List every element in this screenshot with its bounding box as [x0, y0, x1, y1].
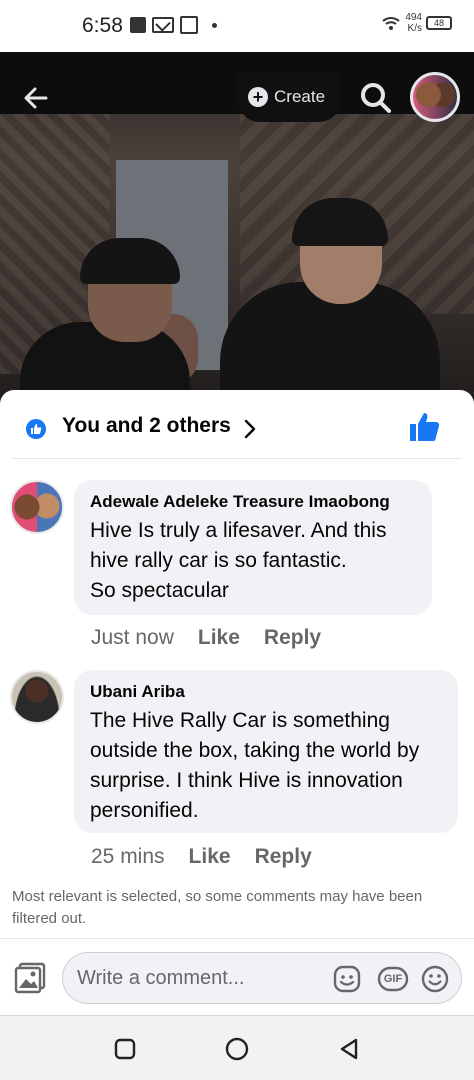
comment-like-button[interactable]: Like [189, 845, 231, 869]
comment-text: The Hive Rally Car is something outside … [90, 709, 420, 822]
back-button[interactable] [16, 80, 56, 116]
comment-timestamp: 25 mins [91, 845, 165, 868]
status-bar: 6:58 494 K/s 48 [0, 0, 474, 52]
network-speed: 494 K/s [405, 12, 422, 34]
comment-actions: Just now Like Reply [91, 626, 345, 650]
like-post-thumbs-up-icon[interactable] [406, 410, 442, 444]
wifi-icon [382, 17, 400, 30]
recents-icon[interactable] [112, 1036, 138, 1062]
profile-avatar[interactable] [410, 72, 460, 122]
comment-author[interactable]: Ubani Ariba [90, 680, 442, 704]
comment-bubble[interactable]: Ubani Ariba The Hive Rally Car is someth… [74, 670, 458, 833]
reactions-summary: You and 2 others [62, 414, 231, 437]
network-speed-unit: K/s [407, 23, 422, 34]
comment-actions: 25 mins Like Reply [91, 845, 336, 869]
emoji-icon[interactable] [419, 963, 451, 995]
sticker-icon[interactable] [331, 963, 363, 995]
photo-icon[interactable] [12, 960, 48, 996]
notification-icons [130, 16, 217, 34]
mail-icon [152, 17, 174, 33]
comment-reply-button[interactable]: Reply [264, 626, 321, 650]
comment-input[interactable] [77, 966, 327, 990]
status-time: 6:58 [82, 14, 123, 37]
create-label: Create [274, 87, 326, 106]
filter-note: Most relevant is selected, so some comme… [12, 888, 423, 927]
gif-button[interactable]: GIF [377, 963, 409, 995]
thumbs-up-icon [31, 424, 42, 434]
comment-input-box[interactable]: GIF [62, 952, 462, 1004]
top-nav: + Create [0, 72, 474, 122]
reactions-row[interactable]: You and 2 others [0, 390, 474, 462]
commenter-avatar[interactable] [10, 480, 64, 534]
like-reaction-badge-icon [26, 419, 46, 439]
network-speed-value: 494 [405, 12, 422, 23]
document-icon [180, 16, 198, 34]
system-navigation-bar [0, 1015, 474, 1080]
divider [0, 938, 474, 939]
commenter-avatar[interactable] [10, 670, 64, 724]
divider [12, 458, 462, 459]
battery-icon: 48 [426, 16, 452, 30]
home-icon[interactable] [224, 1036, 250, 1062]
gif-label: GIF [383, 973, 403, 985]
comment-text: Hive Is truly a lifesaver. And this hive… [90, 519, 387, 602]
chevron-right-icon [244, 419, 256, 439]
notification-square-icon [130, 17, 146, 33]
comment-reply-button[interactable]: Reply [255, 845, 312, 869]
back-triangle-icon[interactable] [336, 1036, 362, 1062]
comment-author[interactable]: Adewale Adeleke Treasure Imaobong [90, 490, 416, 514]
system-indicators: 494 K/s 48 [381, 12, 452, 34]
create-button[interactable]: + Create [238, 72, 342, 122]
more-notifications-dot-icon [212, 22, 217, 28]
plus-circle-icon: + [248, 87, 268, 107]
comments-sheet: You and 2 others Adewale Adeleke Treasur… [0, 390, 474, 1015]
search-icon[interactable] [356, 78, 396, 118]
back-arrow-icon [24, 87, 48, 109]
comment-like-button[interactable]: Like [198, 626, 240, 650]
comment-bubble[interactable]: Adewale Adeleke Treasure Imaobong Hive I… [74, 480, 432, 615]
comment-timestamp: Just now [91, 626, 174, 649]
